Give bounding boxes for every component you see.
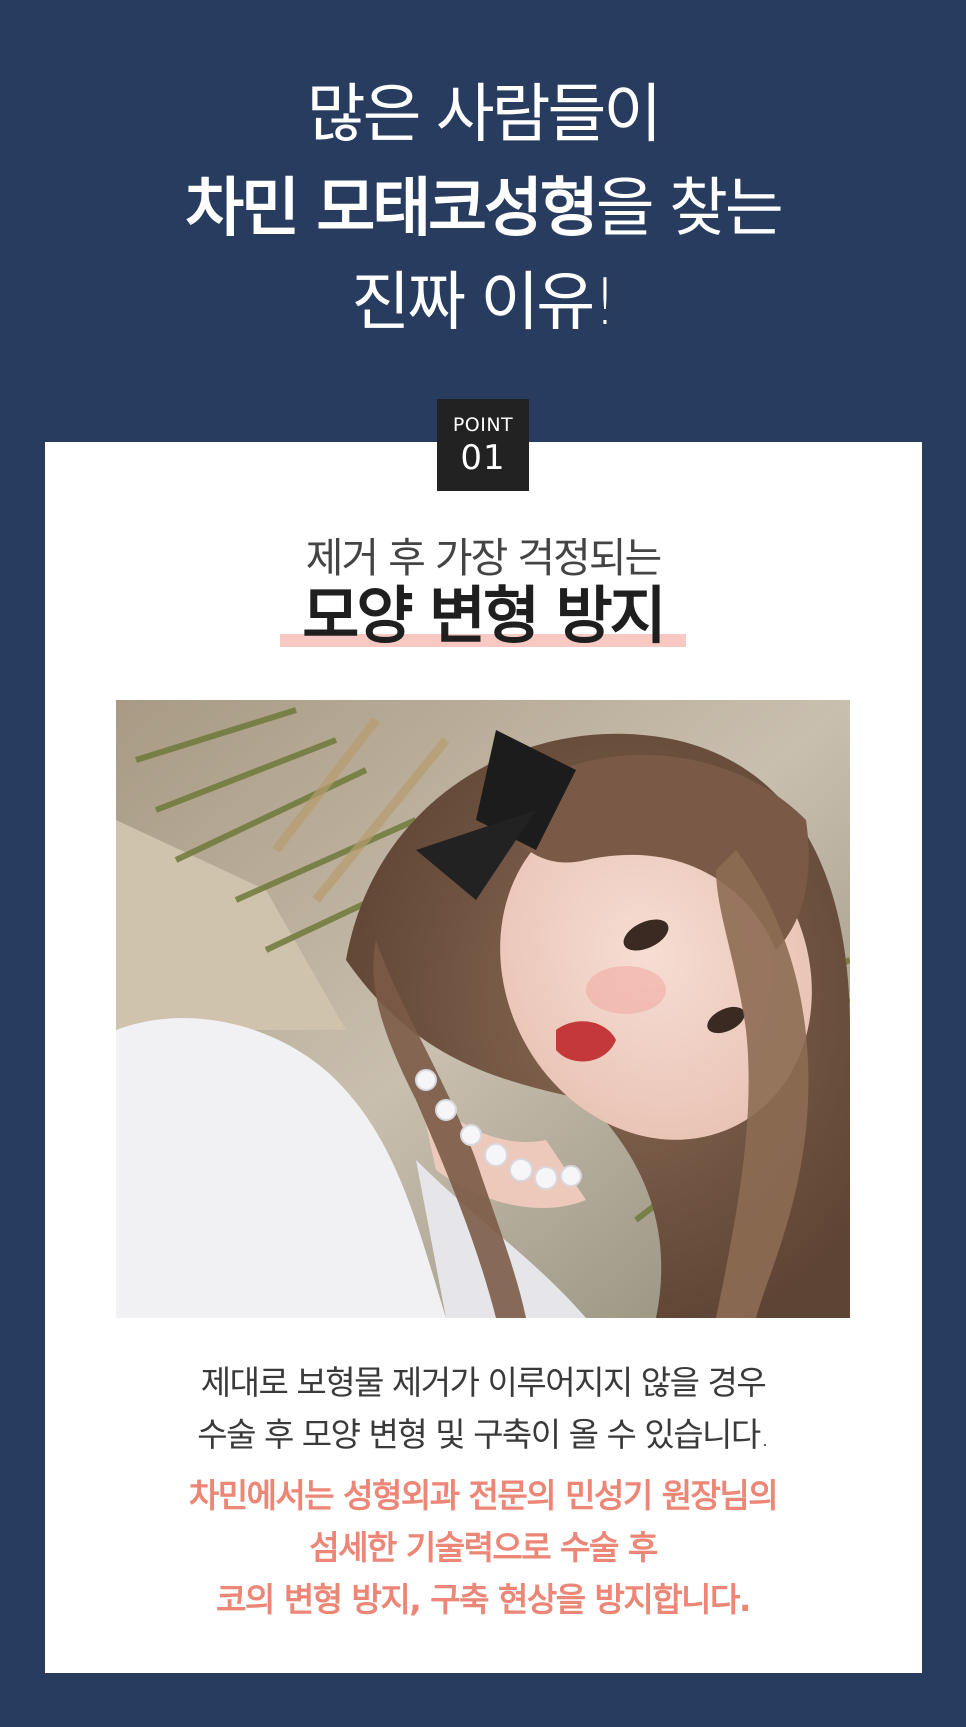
section-title-text: 모양 변형 방지 [302, 579, 666, 652]
headline-line-1: 많은 사람들이 [306, 78, 663, 152]
emphasis-line-3: 코의 변형 방지, 구축 현상을 방지합니다. [216, 1580, 751, 1619]
headline: 많은 사람들이 차민 모태코성형을 찾는 진짜 이유! [0, 68, 966, 350]
point-number: 01 [460, 438, 506, 478]
point-badge: POINT 01 [437, 399, 529, 491]
description-line-2: 수술 후 모양 변형 및 구축이 올 수 있습니다. [197, 1415, 770, 1454]
emphasis-line-2: 섬세한 기술력으로 수술 후 [309, 1528, 658, 1567]
emphasis-text: 차민에서는 성형외과 전문의 민성기 원장님의 섬세한 기술력으로 수술 후 코… [0, 1470, 966, 1626]
headline-line-2: 차민 모태코성형을 찾는 [0, 162, 966, 256]
section-title: 모양 변형 방지 [280, 579, 686, 652]
description-line-1: 제대로 보형물 제거가 이루어지지 않을 경우 [200, 1363, 767, 1402]
description: 제대로 보형물 제거가 이루어지지 않을 경우 수술 후 모양 변형 및 구축이… [0, 1357, 966, 1461]
headline-line-2-rest: 을 찾는 [595, 172, 784, 246]
headline-brand: 차민 모태코성형 [185, 172, 598, 246]
point-label: POINT [452, 414, 514, 436]
headline-line-3: 진짜 이유! [351, 266, 618, 340]
portrait-photo [116, 700, 850, 1318]
section-subtitle: 제거 후 가장 걱정되는 [305, 534, 663, 582]
emphasis-line-1: 차민에서는 성형외과 전문의 민성기 원장님의 [188, 1476, 779, 1515]
section-title-wrap: 모양 변형 방지 [0, 580, 966, 652]
